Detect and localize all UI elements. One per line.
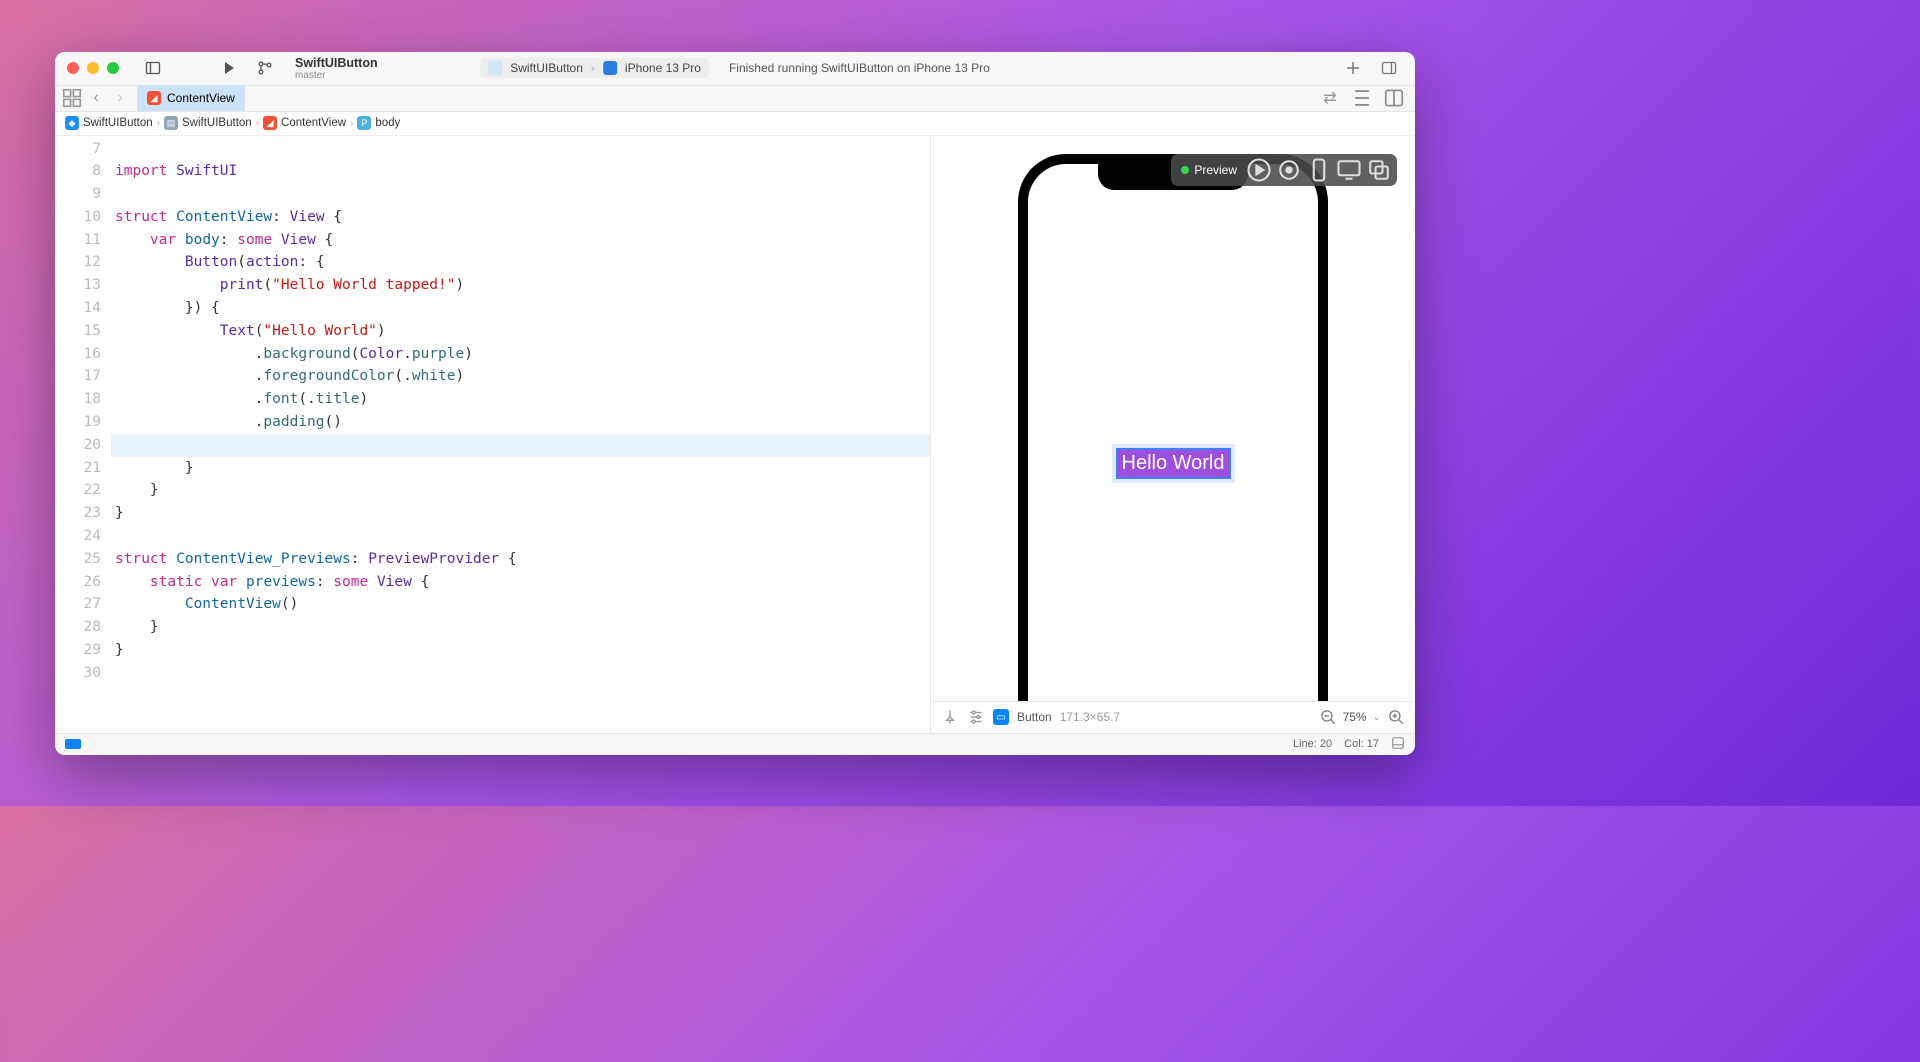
titlebar: SwiftUIButton master SwiftUIButton › iPh… [55,52,1415,86]
duplicate-button[interactable] [1365,158,1393,182]
zoom-out-button[interactable] [1319,708,1337,726]
project-title: SwiftUIButton master [295,56,378,81]
element-icon: ▭ [993,709,1009,725]
code-line[interactable]: Text("Hello World") [111,320,930,343]
bc-2[interactable]: ContentView [281,117,346,129]
code-line[interactable]: } [111,457,930,480]
zoom-level[interactable]: 75% [1343,710,1367,724]
forward-button[interactable]: › [109,87,131,109]
live-preview-button[interactable] [1245,158,1273,182]
chevron-right-icon: › [157,118,160,129]
bc-3[interactable]: body [375,117,400,129]
scheme-selector[interactable]: SwiftUIButton › iPhone 13 Pro [480,58,709,78]
editor-options-icon[interactable] [1383,87,1405,109]
code-line[interactable]: print("Hello World tapped!") [111,274,930,297]
code-line[interactable]: .background(Color.purple) [111,343,930,366]
code-line[interactable]: } [111,639,930,662]
code-line[interactable] [111,183,930,206]
refresh-icon[interactable]: ⇄ [1319,87,1341,109]
bc-0[interactable]: SwiftUIButton [83,117,153,129]
display-button[interactable] [1335,158,1363,182]
canvas[interactable]: Preview Hello World [931,136,1415,701]
minimize-window-button[interactable] [87,62,99,74]
code-line[interactable]: .padding() [111,411,930,434]
zoom-in-button[interactable] [1387,708,1405,726]
code-line[interactable]: }) { [111,297,930,320]
canvas-footer: ▭ Button 171.3×65.7 75% ⌄ [931,701,1415,733]
code-line[interactable]: struct ContentView_Previews: PreviewProv… [111,548,930,571]
swift-file-icon: ◢ [147,91,161,105]
tab-contentview[interactable]: ◢ ContentView [137,85,245,111]
jump-bar[interactable]: ◆ SwiftUIButton › ▤ SwiftUIButton › ◢ Co… [55,112,1415,136]
property-icon: P [357,116,371,130]
cursor-line: Line: 20 [1293,738,1332,750]
cursor-col: Col: 17 [1344,738,1379,750]
traffic-lights [67,62,119,74]
device-bezel: Hello World [1018,154,1328,701]
code-line[interactable] [111,662,930,685]
project-name: SwiftUIButton [295,56,378,70]
library-button[interactable] [1339,56,1367,80]
chevron-right-icon: › [591,61,595,75]
canvas-toolbar: Preview [1171,154,1397,186]
code-line[interactable]: .font(.title) [111,388,930,411]
device-button[interactable] [1305,158,1333,182]
selected-element: Button [1017,710,1052,724]
code-line[interactable]: static var previews: some View { [111,571,930,594]
code-line[interactable] [111,525,930,548]
project-icon: ◆ [65,116,79,130]
code-line[interactable]: .foregroundColor(.white) [111,365,930,388]
device-screen[interactable]: Hello World [1028,164,1318,701]
hello-world-button[interactable]: Hello World [1116,448,1231,479]
xcode-window: SwiftUIButton master SwiftUIButton › iPh… [55,52,1415,755]
source-editor[interactable]: 7891011121314151617181920212223242526272… [55,136,930,733]
chevron-down-icon[interactable]: ⌄ [1373,712,1381,723]
settings-icon[interactable] [967,708,985,726]
code-line[interactable]: } [111,479,930,502]
folder-icon: ▤ [164,116,178,130]
zoom-window-button[interactable] [107,62,119,74]
scheme-branch-icon[interactable] [251,56,279,80]
tab-bar: ‹ › ◢ ContentView ⇄ [55,86,1415,112]
code-line[interactable]: import SwiftUI [111,160,930,183]
scheme-app: SwiftUIButton [510,61,583,75]
run-button[interactable] [215,56,243,80]
preview-pane: Preview Hello World [930,136,1415,733]
code-line[interactable]: var body: some View { [111,229,930,252]
live-dot-icon [1181,166,1189,174]
back-button[interactable]: ‹ [85,87,107,109]
line-gutter: 7891011121314151617181920212223242526272… [55,136,111,733]
code-line[interactable]: ContentView() [111,593,930,616]
preview-label: Preview [1194,163,1237,177]
pin-icon[interactable] [941,708,959,726]
chevron-right-icon: › [256,118,259,129]
code-line[interactable]: struct ContentView: View { [111,206,930,229]
code-line[interactable]: } [111,502,930,525]
branch-name: master [295,70,378,81]
preview-status[interactable]: Preview [1175,163,1243,177]
close-window-button[interactable] [67,62,79,74]
chevron-right-icon: › [350,118,353,129]
minimap-icon[interactable] [1391,736,1405,753]
code-line[interactable] [111,138,930,161]
scheme-device: iPhone 13 Pro [625,61,701,75]
toggle-navigator-button[interactable] [139,56,167,80]
adjust-icon[interactable] [1351,87,1373,109]
related-items-button[interactable] [61,87,83,109]
tab-label: ContentView [167,91,235,105]
status-bar: Line: 20 Col: 17 [55,733,1415,755]
bc-1[interactable]: SwiftUIButton [182,117,252,129]
inspect-button[interactable] [1275,158,1303,182]
code-line[interactable] [111,434,930,457]
code-line[interactable]: Button(action: { [111,251,930,274]
toggle-inspector-button[interactable] [1375,56,1403,80]
code-line[interactable]: } [111,616,930,639]
code-area[interactable]: import SwiftUI struct ContentView: View … [111,136,930,733]
swift-file-icon: ◢ [263,116,277,130]
build-status: Finished running SwiftUIButton on iPhone… [729,61,990,75]
debug-indicator[interactable] [65,739,81,749]
element-dims: 171.3×65.7 [1060,710,1120,724]
